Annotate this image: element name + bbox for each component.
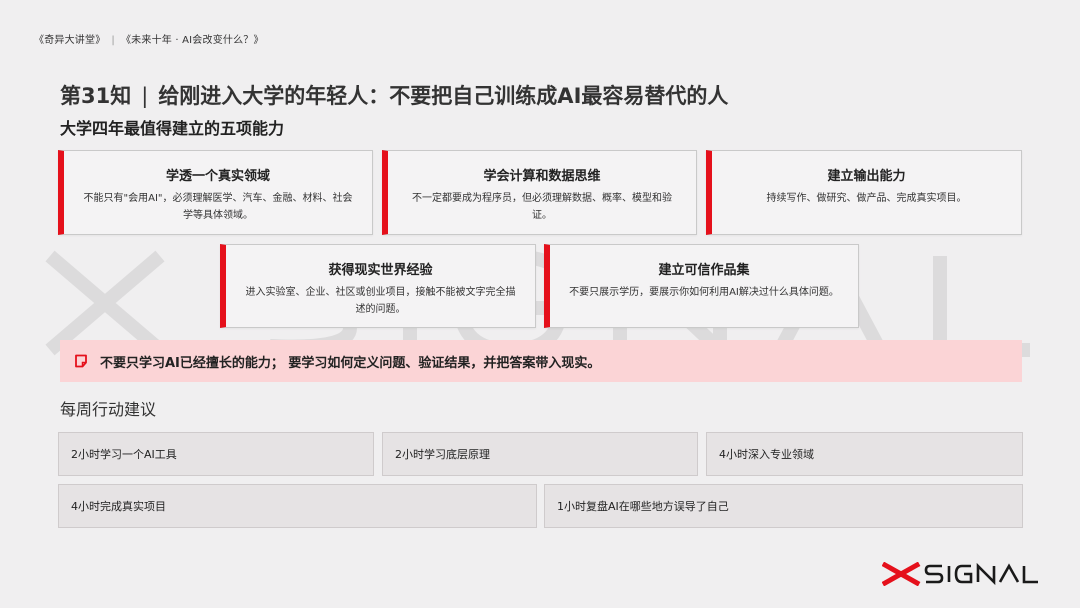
ability-desc: 不能只有"会用AI"，必须理解医学、汽车、金融、材料、社会学等具体领域。 (83, 193, 353, 221)
top-breadcrumb: 《奇异大讲堂》 | 《未来十年 · AI会改变什么？》 (34, 31, 264, 46)
title-number: 第31知 (60, 84, 132, 108)
ability-card-real-world: 获得现实世界经验 进入实验室、企业、社区或创业项目，接触不能被文字完全描述的问题… (220, 244, 536, 328)
ability-title: 获得现实世界经验 (328, 263, 433, 278)
ability-card-output: 建立输出能力 持续写作、做研究、做产品、完成真实项目。 (706, 150, 1022, 235)
ability-title: 学透一个真实领域 (165, 169, 270, 184)
ability-desc: 不要只展示学历，要展示你如何利用AI解决过什么具体问题。 (569, 287, 839, 298)
page-title: 第31知 | 给刚进入大学的年轻人：不要把自己训练成AI最容易替代的人 (60, 80, 728, 110)
ability-title: 建立可信作品集 (658, 263, 750, 278)
ability-card-portfolio: 建立可信作品集 不要只展示学历，要展示你如何利用AI解决过什么具体问题。 (544, 244, 859, 328)
ability-desc: 持续写作、做研究、做产品、完成真实项目。 (766, 193, 967, 204)
weekly-section-title: 每周行动建议 (60, 400, 157, 419)
ability-desc: 进入实验室、企业、社区或创业项目，接触不能被文字完全描述的问题。 (245, 287, 516, 315)
weekly-item: 2小时学习底层原理 (382, 432, 698, 476)
page-subtitle: 大学四年最值得建立的五项能力 (60, 119, 285, 138)
callout-text: 不要只学习AI已经擅长的能力； 要学习如何定义问题、验证结果，并把答案带入现实。 (100, 355, 601, 371)
ability-desc: 不一定都要成为程序员，但必须理解数据、概率、模型和验证。 (412, 193, 672, 221)
breadcrumb-separator: | (111, 35, 115, 46)
title-pipe: | (141, 84, 149, 108)
weekly-item: 4小时完成真实项目 (58, 484, 537, 528)
signal-logo (882, 562, 1038, 586)
ability-title: 建立输出能力 (827, 169, 906, 184)
note-icon (75, 354, 87, 368)
weekly-item: 4小时深入专业领域 (706, 432, 1023, 476)
series-name: 《奇异大讲堂》 (34, 35, 106, 46)
weekly-item: 2小时学习一个AI工具 (58, 432, 374, 476)
ability-card-domain: 学透一个真实领域 不能只有"会用AI"，必须理解医学、汽车、金融、材料、社会学等… (58, 150, 373, 235)
ability-card-data-thinking: 学会计算和数据思维 不一定都要成为程序员，但必须理解数据、概率、模型和验证。 (382, 150, 697, 235)
weekly-item: 1小时复盘AI在哪些地方误导了自己 (544, 484, 1023, 528)
ability-title: 学会计算和数据思维 (483, 169, 601, 184)
episode-name: 《未来十年 · AI会改变什么？》 (120, 35, 264, 46)
title-text: 给刚进入大学的年轻人：不要把自己训练成AI最容易替代的人 (158, 84, 729, 108)
key-message-callout: 不要只学习AI已经擅长的能力； 要学习如何定义问题、验证结果，并把答案带入现实。 (60, 340, 1022, 382)
